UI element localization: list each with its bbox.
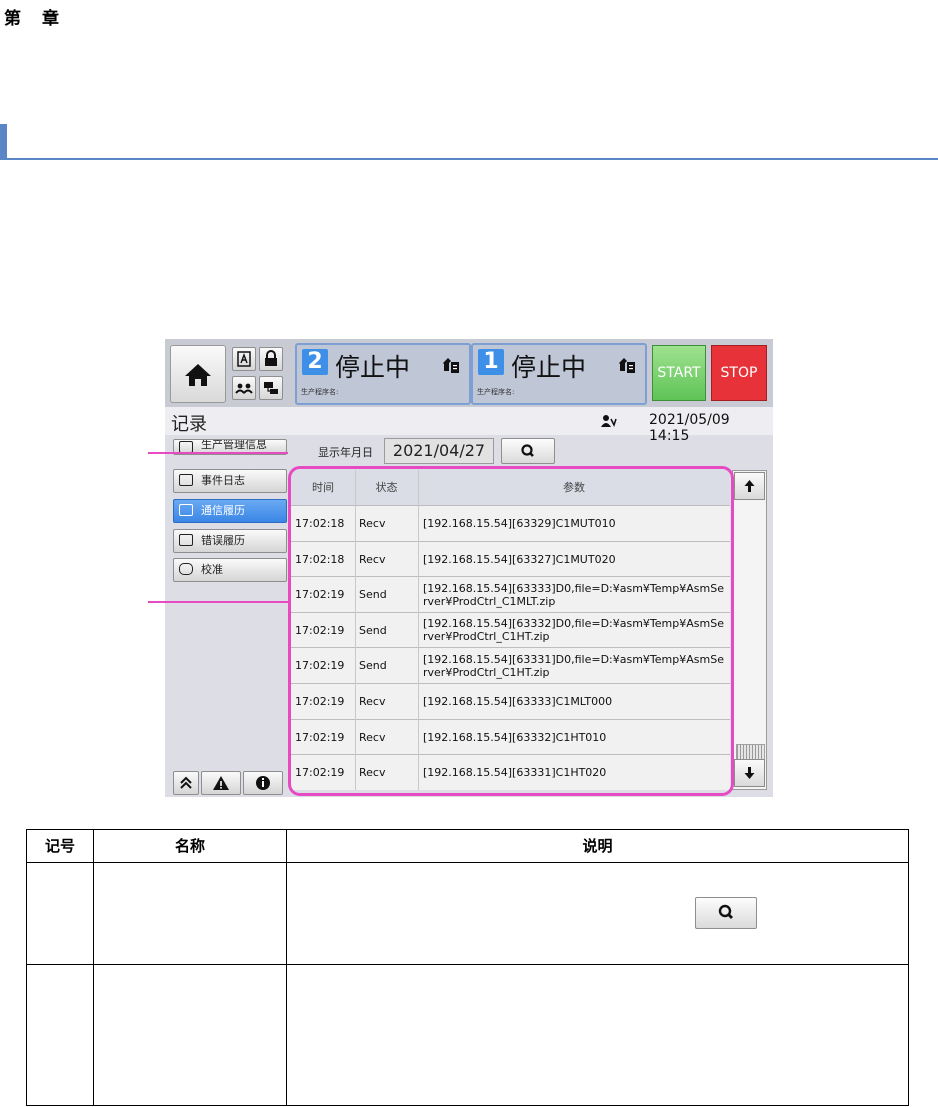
info-icon xyxy=(256,776,270,790)
lane-data-icon xyxy=(619,358,635,373)
arrow-up-icon xyxy=(744,480,755,492)
arrow-down-icon xyxy=(744,767,755,779)
header-name: 名称 xyxy=(174,837,205,855)
search-icon xyxy=(521,444,534,457)
calibration-icon xyxy=(179,563,193,575)
sidebar-item-calibration[interactable]: 校准 xyxy=(173,558,287,582)
callout-line-date-filter xyxy=(148,452,288,454)
operators-button[interactable] xyxy=(232,376,256,400)
lock-icon xyxy=(265,350,277,366)
description-table: 记号 名称 说明 xyxy=(26,829,909,1106)
home-icon xyxy=(185,364,211,386)
lane-1-panel[interactable]: 1 停止中 生产程序名: xyxy=(471,343,647,405)
warning-button[interactable] xyxy=(201,771,241,795)
sidebar-item-event-log[interactable]: 事件日志 xyxy=(173,469,287,493)
scroll-down-button[interactable] xyxy=(734,759,765,787)
table-scrollbar[interactable] xyxy=(732,470,767,790)
sidebar-item-error-history[interactable]: 错误履历 xyxy=(173,529,287,553)
stop-button[interactable]: STOP xyxy=(711,345,767,401)
title-bar: 记录 2021/05/09 14:15 xyxy=(165,407,773,444)
header-description: 说明 xyxy=(582,837,613,855)
network-button[interactable] xyxy=(259,376,283,400)
page-title: 记录 xyxy=(171,414,207,435)
screen-capture: 2 停止中 生产程序名: 1 停止中 生产程序名: START STOP 记录 … xyxy=(165,339,773,797)
section-divider xyxy=(0,158,938,160)
top-toolbar: 2 停止中 生产程序名: 1 停止中 生产程序名: START STOP xyxy=(165,339,773,407)
event-log-icon xyxy=(179,474,193,486)
scroll-thumb[interactable] xyxy=(736,744,765,760)
search-icon xyxy=(718,904,733,919)
info-button[interactable] xyxy=(243,771,283,795)
error-history-icon xyxy=(179,534,193,546)
warning-icon xyxy=(213,776,229,790)
lane-number: 2 xyxy=(302,349,328,375)
sidebar-item-label: 生产管理信息 xyxy=(201,439,267,451)
sidebar-item-label: 校准 xyxy=(201,563,223,576)
double-chevron-up-icon xyxy=(180,776,192,789)
user-icon xyxy=(601,415,617,427)
lane-2-panel[interactable]: 2 停止中 生产程序名: xyxy=(295,343,471,405)
chapter-heading: 第 章 xyxy=(4,9,61,29)
lane-status: 停止中 xyxy=(511,353,587,382)
column-divider xyxy=(93,830,94,1105)
manual-mode-button[interactable] xyxy=(232,347,256,371)
lane-status: 停止中 xyxy=(335,353,411,382)
description-table-header: 记号 名称 说明 xyxy=(27,830,908,863)
lane-number: 1 xyxy=(478,349,504,375)
communication-history-icon xyxy=(179,504,193,516)
table-highlight-frame xyxy=(288,466,734,796)
current-datetime: 2021/05/09 14:15 xyxy=(649,412,730,444)
lane-data-icon xyxy=(443,358,459,373)
sidebar-item-label: 错误履历 xyxy=(201,534,245,547)
sidebar-item-label: 事件日志 xyxy=(201,474,245,487)
network-icon xyxy=(264,382,278,394)
search-button[interactable] xyxy=(501,438,555,464)
column-divider xyxy=(286,830,287,1105)
date-input[interactable]: 2021/04/27 xyxy=(384,438,494,464)
mode-a-icon xyxy=(237,351,251,367)
header-mark: 记号 xyxy=(44,837,75,855)
home-button[interactable] xyxy=(170,345,226,403)
row-divider xyxy=(27,964,908,965)
program-name-label: 生产程序名: xyxy=(477,388,515,396)
date-label: 显示年月日 xyxy=(318,446,373,459)
section-marker xyxy=(0,124,7,158)
users-icon xyxy=(235,383,253,394)
sidebar-item-communication-history[interactable]: 通信履历 xyxy=(173,499,287,523)
sidebar-item-label: 通信履历 xyxy=(201,504,245,517)
program-name-label: 生产程序名: xyxy=(301,388,339,396)
scroll-up-button[interactable] xyxy=(734,472,765,500)
search-button-reference xyxy=(695,897,757,929)
callout-line-table xyxy=(148,601,290,603)
start-button[interactable]: START xyxy=(652,345,706,401)
collapse-button[interactable] xyxy=(173,771,199,795)
lock-button[interactable] xyxy=(259,347,283,371)
